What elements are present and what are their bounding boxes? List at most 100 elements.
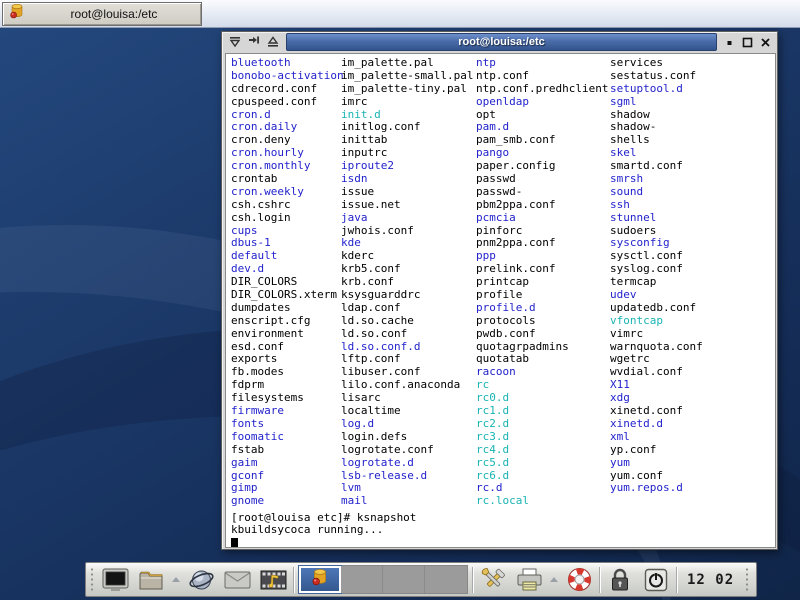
file-entry: vimrc bbox=[610, 328, 703, 341]
file-entry: rc3.d bbox=[476, 431, 608, 444]
file-entry: bluetooth bbox=[231, 57, 344, 70]
file-entry: issue bbox=[341, 186, 473, 199]
file-entry: DIR_COLORS.xterm bbox=[231, 289, 344, 302]
file-entry: ssh bbox=[610, 199, 703, 212]
desktop: root@louisa:/etc bbox=[0, 0, 800, 600]
pager-desktop-3[interactable] bbox=[383, 566, 425, 593]
file-entry: setuptool.d bbox=[610, 83, 703, 96]
home-folder-icon[interactable] bbox=[135, 564, 167, 595]
file-entry: environment bbox=[231, 328, 344, 341]
top-taskbar-panel: root@louisa:/etc bbox=[0, 0, 800, 28]
window-title: root@louisa:/etc bbox=[458, 36, 545, 48]
terminal-cursor bbox=[231, 538, 238, 548]
file-entry: profile bbox=[476, 289, 608, 302]
file-entry: dumpdates bbox=[231, 302, 344, 315]
panel-drag-handle-left[interactable] bbox=[89, 566, 95, 593]
file-entry: pwdb.conf bbox=[476, 328, 608, 341]
file-entry: firmware bbox=[231, 405, 344, 418]
mail-icon[interactable] bbox=[221, 564, 253, 595]
window-title-strip[interactable]: root@louisa:/etc bbox=[286, 33, 717, 51]
file-entry: ld.so.conf bbox=[341, 328, 473, 341]
dock-icon[interactable] bbox=[245, 34, 262, 50]
file-entry: foomatic bbox=[231, 431, 344, 444]
konsole-app-icon bbox=[9, 3, 25, 24]
file-entry: yum bbox=[610, 457, 703, 470]
window-titlebar[interactable]: root@louisa:/etc bbox=[222, 32, 777, 52]
pager-desktop-4[interactable] bbox=[425, 566, 467, 593]
cursor-line bbox=[231, 537, 416, 548]
terminal-output[interactable]: bluetoothbonobo-activationcdrecord.confc… bbox=[225, 53, 776, 548]
panel-drag-handle-right[interactable] bbox=[744, 566, 750, 593]
file-list-column-1: bluetoothbonobo-activationcdrecord.confc… bbox=[231, 57, 344, 508]
konsole-window: root@louisa:/etc bluetoothbonobo-activat… bbox=[221, 31, 778, 550]
panel-arrow-icon[interactable] bbox=[171, 564, 181, 595]
panel-arrow-icon[interactable] bbox=[549, 564, 559, 595]
file-entry: im_palette-small.pal bbox=[341, 70, 473, 83]
file-entry: pbm2ppa.conf bbox=[476, 199, 608, 212]
file-entry: mail bbox=[341, 495, 473, 508]
file-entry: passwd- bbox=[476, 186, 608, 199]
shade-icon[interactable] bbox=[226, 34, 243, 50]
panel-separator bbox=[293, 567, 294, 593]
file-list-column-4: servicessestatus.confsetuptool.dsgmlshad… bbox=[610, 57, 703, 495]
file-entry: ld.so.cache bbox=[341, 315, 473, 328]
file-entry: rc1.d bbox=[476, 405, 608, 418]
file-entry: stunnel bbox=[610, 212, 703, 225]
settings-tools-icon[interactable] bbox=[477, 564, 509, 595]
file-entry: im_palette-tiny.pal bbox=[341, 83, 473, 96]
file-entry: isdn bbox=[341, 173, 473, 186]
file-entry: java bbox=[341, 212, 473, 225]
file-entry: openldap bbox=[476, 96, 608, 109]
panel-clock[interactable]: 12 02 bbox=[681, 572, 740, 588]
file-entry: cron.weekly bbox=[231, 186, 344, 199]
file-entry: localtime bbox=[341, 405, 473, 418]
file-entry: profile.d bbox=[476, 302, 608, 315]
file-entry: sgml bbox=[610, 96, 703, 109]
taskbar-window-label: root@louisa:/etc bbox=[33, 7, 195, 21]
taskbar-window-button[interactable]: root@louisa:/etc bbox=[2, 2, 202, 26]
printer-icon[interactable] bbox=[513, 564, 545, 595]
terminal-tail: [root@louisa etc]# ksnapshot kbuildsycoc… bbox=[231, 512, 416, 549]
file-entry: fonts bbox=[231, 418, 344, 431]
file-entry: sound bbox=[610, 186, 703, 199]
file-entry: protocols bbox=[476, 315, 608, 328]
file-entry: logrotate.d bbox=[341, 457, 473, 470]
file-entry: pcmcia bbox=[476, 212, 608, 225]
panel-separator bbox=[599, 567, 600, 593]
multimedia-icon[interactable] bbox=[257, 564, 289, 595]
file-entry: log.d bbox=[341, 418, 473, 431]
titlebar-buttons bbox=[720, 33, 775, 51]
file-entry: rc4.d bbox=[476, 444, 608, 457]
minimize-button[interactable] bbox=[722, 35, 737, 50]
file-entry: rc.local bbox=[476, 495, 608, 508]
eject-icon[interactable] bbox=[264, 34, 281, 50]
pager-desktop-1[interactable] bbox=[299, 566, 341, 593]
kicker-panel: 12 02 bbox=[85, 562, 757, 597]
file-entry: crontab bbox=[231, 173, 344, 186]
file-entry: ksysguarddrc bbox=[341, 289, 473, 302]
file-entry: yp.conf bbox=[610, 444, 703, 457]
file-entry: xml bbox=[610, 431, 703, 444]
logout-power-icon[interactable] bbox=[640, 564, 672, 595]
file-entry: logrotate.conf bbox=[341, 444, 473, 457]
file-entry: services bbox=[610, 57, 703, 70]
file-list-column-2: im_palette.palim_palette-small.palim_pal… bbox=[341, 57, 473, 508]
pager-desktop-2[interactable] bbox=[341, 566, 383, 593]
konsole-app-icon bbox=[311, 568, 329, 591]
lock-icon[interactable] bbox=[604, 564, 636, 595]
file-entry: rc5.d bbox=[476, 457, 608, 470]
file-entry: passwd bbox=[476, 173, 608, 186]
help-lifering-icon[interactable] bbox=[563, 564, 595, 595]
web-browser-icon[interactable] bbox=[185, 564, 217, 595]
file-entry: issue.net bbox=[341, 199, 473, 212]
maximize-button[interactable] bbox=[740, 35, 755, 50]
file-entry: rc2.d bbox=[476, 418, 608, 431]
file-entry: cpuspeed.conf bbox=[231, 96, 344, 109]
file-entry: smrsh bbox=[610, 173, 703, 186]
close-button[interactable] bbox=[758, 35, 773, 50]
titlebar-left-icons bbox=[224, 33, 283, 51]
file-entry: fstab bbox=[231, 444, 344, 457]
panel-separator bbox=[472, 567, 473, 593]
file-entry: gaim bbox=[231, 457, 344, 470]
terminal-icon[interactable] bbox=[99, 564, 131, 595]
